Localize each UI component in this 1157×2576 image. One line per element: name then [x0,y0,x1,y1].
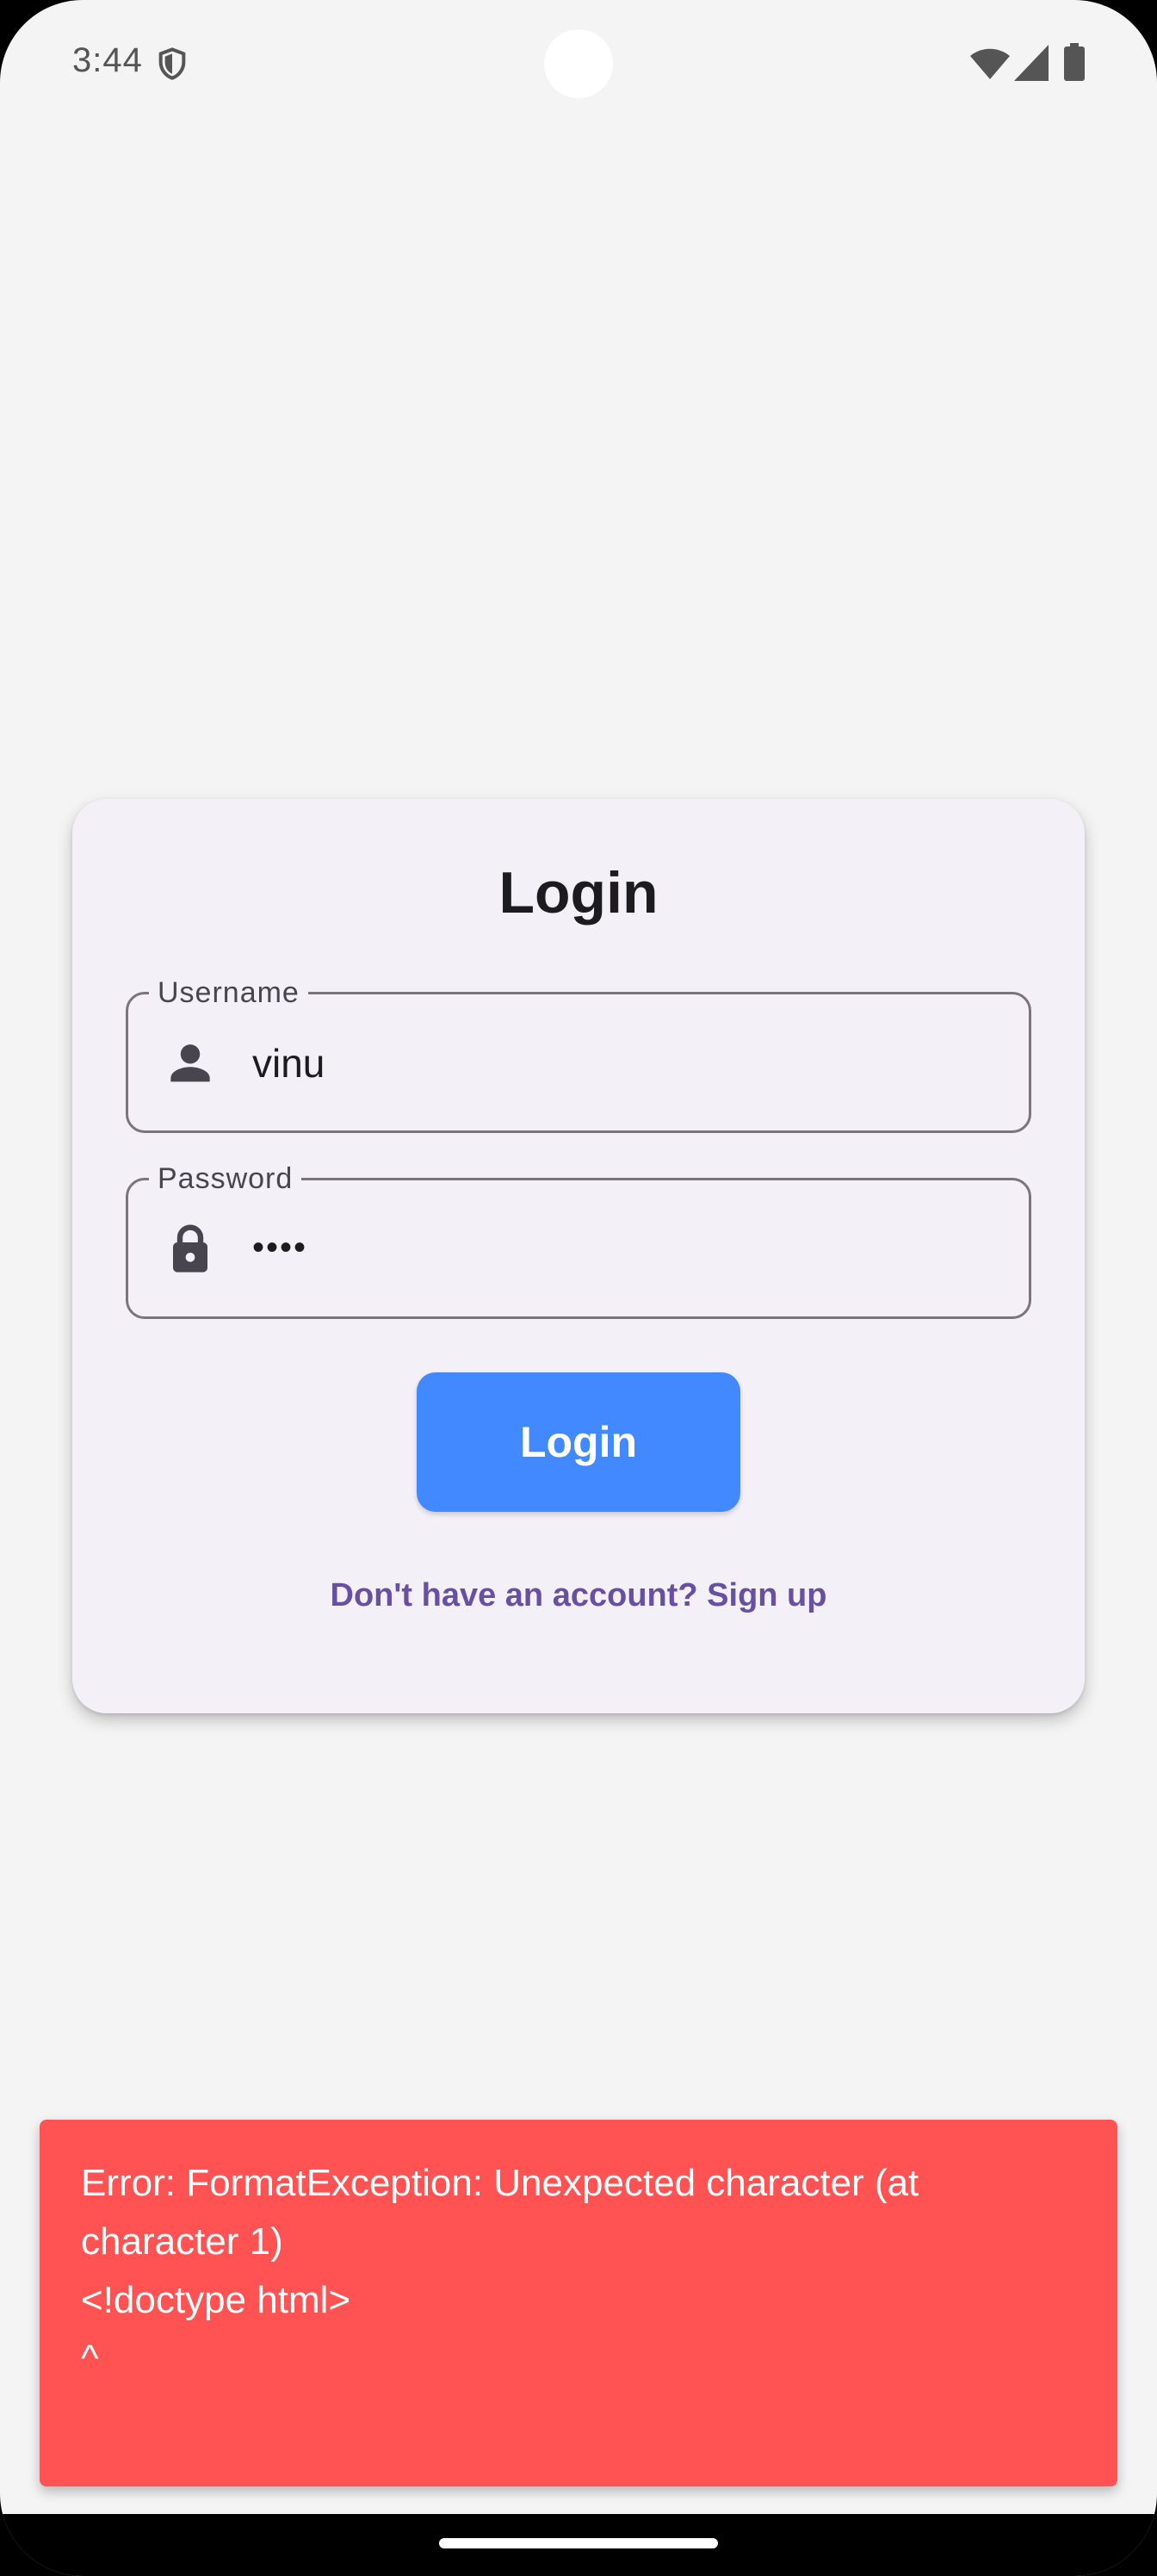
username-field[interactable]: Username vinu [126,974,1031,1133]
username-input[interactable]: vinu [252,1039,325,1087]
username-label: Username [149,974,308,1012]
error-snackbar: Error: FormatException: Unexpected chara… [40,2120,1117,2486]
login-card: Login Username vinu Password •••• Login … [72,799,1085,1713]
phone-screen: 3:44 Login Username vinu Password •••• L… [0,0,1157,2576]
password-label: Password [149,1160,302,1198]
login-button[interactable]: Login [417,1372,740,1512]
shield-icon [158,47,186,80]
error-message: Error: FormatException: Unexpected chara… [81,2162,919,2380]
lock-icon [173,1224,207,1273]
signal-icon [1014,45,1049,81]
camera-cutout [544,29,613,98]
status-bar: 3:44 [0,0,1157,129]
signup-link[interactable]: Don't have an account? Sign up [72,1577,1085,1614]
home-gesture-handle[interactable] [439,2538,718,2548]
page-title: Login [498,860,659,926]
password-input[interactable]: •••• [252,1223,307,1272]
password-field[interactable]: Password •••• [126,1160,1031,1319]
person-icon [170,1044,210,1082]
battery-icon [1064,43,1085,81]
navigation-bar [0,2514,1157,2576]
status-time: 3:44 [72,41,143,79]
wifi-icon [970,48,1010,79]
